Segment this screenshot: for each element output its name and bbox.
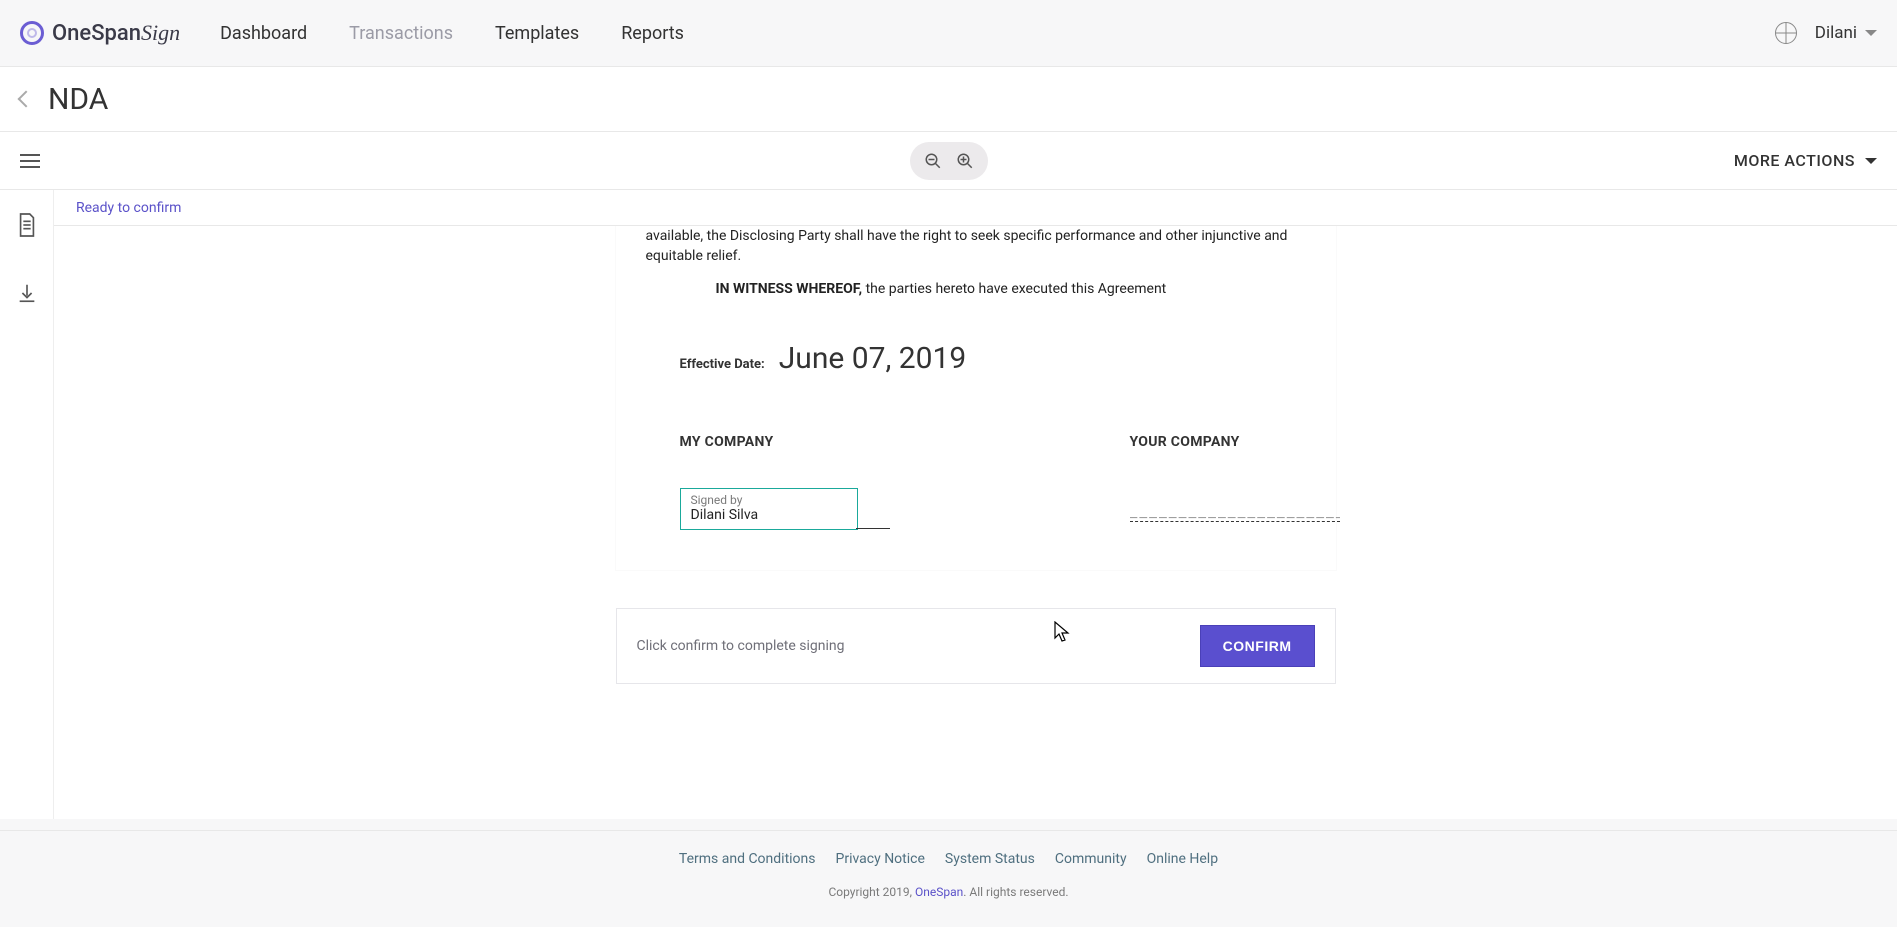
confirm-card: Click confirm to complete signing CONFIR… [616,608,1336,684]
effective-date-label: Effective Date: [680,357,765,372]
more-actions-label: MORE ACTIONS [1734,151,1855,170]
signature-row: MY COMPANY Signed by Dilani Silva YOUR C… [616,376,1336,530]
header-right: Dilani [1775,22,1877,44]
effective-date-value: June 07, 2019 [779,341,967,376]
globe-icon[interactable] [1775,22,1797,44]
nav-templates[interactable]: Templates [495,23,579,44]
witness-bold: IN WITNESS WHEREOF, [716,281,863,297]
download-icon[interactable] [16,280,38,310]
more-actions-menu[interactable]: MORE ACTIONS [1734,151,1877,170]
document-toolbar: MORE ACTIONS [0,132,1897,190]
back-icon[interactable] [18,91,35,108]
copyright: Copyright 2019, OneSpan. All rights rese… [0,885,1897,899]
signed-by-label: Signed by [691,493,847,507]
nav-reports[interactable]: Reports [621,23,684,44]
signature-line: _____________________________ [1130,504,1340,522]
confirm-button[interactable]: CONFIRM [1200,625,1315,667]
doc-witness-line: IN WITNESS WHEREOF, the parties hereto h… [616,267,1336,297]
copyright-post: . All rights reserved. [963,885,1068,899]
brand-logo[interactable]: OneSpanSign [20,20,180,46]
status-bar: Ready to confirm [54,190,1897,226]
nav-dashboard[interactable]: Dashboard [220,23,307,44]
main-area: Ready to confirm available, the Disclosi… [0,190,1897,819]
page-subheader: NDA [0,67,1897,132]
document-list-icon[interactable] [16,212,38,242]
logo-text: OneSpan [52,21,141,46]
signature-line-extension [856,528,890,529]
your-company-label: YOUR COMPANY [1130,434,1340,450]
status-text: Ready to confirm [76,200,181,216]
document-page: available, the Disclosing Party shall ha… [616,226,1336,570]
doc-paragraph: available, the Disclosing Party shall ha… [616,226,1336,267]
chevron-down-icon [1865,158,1877,164]
footer-community[interactable]: Community [1055,851,1127,867]
signature-box[interactable]: Signed by Dilani Silva [680,488,858,530]
witness-rest: the parties hereto have executed this Ag… [862,281,1166,297]
confirm-instruction: Click confirm to complete signing [637,638,845,654]
hamburger-icon[interactable] [20,154,40,168]
zoom-out-button[interactable] [920,148,946,174]
user-menu[interactable]: Dilani [1815,23,1877,43]
document-viewport[interactable]: available, the Disclosing Party shall ha… [54,226,1897,819]
copyright-brand: OneSpan [915,885,963,899]
footer: Terms and Conditions Privacy Notice Syst… [0,830,1897,927]
footer-system-status[interactable]: System Status [945,851,1035,867]
page-title: NDA [48,82,108,117]
footer-links: Terms and Conditions Privacy Notice Syst… [0,851,1897,867]
zoom-in-button[interactable] [952,148,978,174]
your-company-signature: YOUR COMPANY ___________________________… [1130,434,1340,530]
app-header: OneSpanSign Dashboard Transactions Templ… [0,0,1897,67]
zoom-controls [910,142,988,180]
content-wrap: Ready to confirm available, the Disclosi… [54,190,1897,819]
my-company-label: MY COMPANY [680,434,890,450]
effective-date-row: Effective Date: June 07, 2019 [616,297,1336,376]
logo-mark-icon [20,21,44,45]
footer-terms[interactable]: Terms and Conditions [679,851,816,867]
main-nav: Dashboard Transactions Templates Reports [220,23,684,44]
copyright-pre: Copyright 2019, [828,885,915,899]
my-company-signature: MY COMPANY Signed by Dilani Silva [680,434,890,530]
side-rail [0,190,54,819]
user-name: Dilani [1815,23,1857,43]
signer-name: Dilani Silva [691,507,759,523]
footer-privacy[interactable]: Privacy Notice [836,851,925,867]
nav-transactions[interactable]: Transactions [349,23,453,44]
chevron-down-icon [1865,30,1877,36]
logo-sign-text: Sign [141,20,180,46]
footer-help[interactable]: Online Help [1147,851,1218,867]
